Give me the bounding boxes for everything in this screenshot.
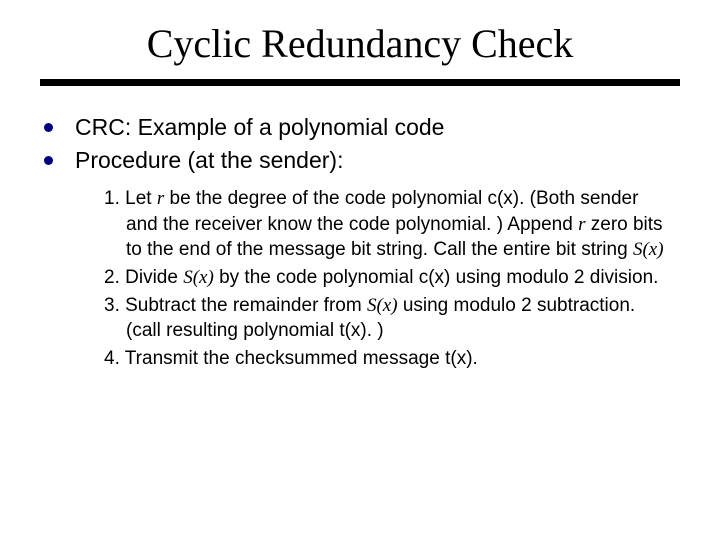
bullet-list: CRC: Example of a polynomial code Proced… (40, 112, 680, 176)
numbered-item: 1. Let r be the degree of the code polyn… (104, 186, 674, 263)
numbered-item: 4. Transmit the checksummed message t(x)… (104, 346, 674, 372)
italic-var: S(x) (183, 267, 214, 288)
horizontal-rule (40, 79, 680, 86)
text-run: by the code polynomial c(x) using modulo… (214, 267, 659, 288)
bullet-item: CRC: Example of a polynomial code (40, 112, 680, 143)
italic-var: S(x) (633, 239, 664, 260)
bullet-icon (44, 123, 53, 132)
italic-var: S(x) (367, 295, 398, 316)
text-run: 3. Subtract the remainder from (104, 295, 367, 316)
numbered-item: 3. Subtract the remainder from S(x) usin… (104, 293, 674, 344)
bullet-icon (44, 156, 53, 165)
slide-title: Cyclic Redundancy Check (40, 20, 680, 67)
bullet-item: Procedure (at the sender): (40, 145, 680, 176)
text-run: be the degree of the code polynomial c(x… (126, 188, 638, 235)
bullet-text: Procedure (at the sender): (75, 145, 343, 176)
text-run: 2. Divide (104, 267, 183, 288)
numbered-list: 1. Let r be the degree of the code polyn… (40, 186, 680, 371)
text-run: 1. Let (104, 188, 157, 209)
numbered-item: 2. Divide S(x) by the code polynomial c(… (104, 265, 674, 291)
bullet-text: CRC: Example of a polynomial code (75, 112, 444, 143)
text-run: 4. Transmit the checksummed message t(x)… (104, 348, 478, 369)
